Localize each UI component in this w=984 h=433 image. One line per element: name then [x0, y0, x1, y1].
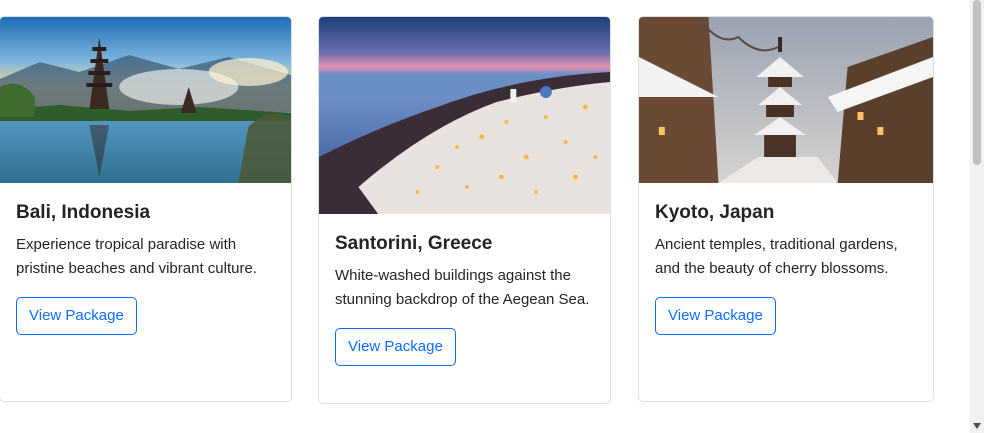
- view-package-button-bali[interactable]: View Package: [16, 297, 137, 335]
- card-title: Kyoto, Japan: [655, 202, 775, 223]
- page-scrollbar[interactable]: [970, 0, 984, 433]
- card-description: Experience tropical paradise with pristi…: [16, 236, 257, 277]
- santorini-image: [319, 17, 610, 214]
- destination-card-santorini: Santorini, Greece White-washed buildings…: [318, 16, 611, 404]
- view-package-button-kyoto[interactable]: View Package: [655, 297, 776, 335]
- bali-image: [0, 17, 291, 183]
- scroll-down-arrow-icon[interactable]: [973, 423, 981, 429]
- destination-card-bali: Bali, Indonesia Experience tropical para…: [0, 16, 292, 402]
- view-package-button-santorini[interactable]: View Package: [335, 328, 456, 366]
- destination-card-kyoto: Kyoto, Japan Ancient temples, traditiona…: [638, 16, 934, 402]
- card-description: Ancient temples, traditional gardens, an…: [655, 236, 898, 277]
- card-title: Bali, Indonesia: [16, 202, 151, 223]
- card-title: Santorini, Greece: [335, 233, 493, 254]
- kyoto-image: [639, 17, 933, 183]
- card-description: White-washed buildings against the stunn…: [335, 267, 590, 308]
- scrollbar-thumb[interactable]: [973, 0, 981, 165]
